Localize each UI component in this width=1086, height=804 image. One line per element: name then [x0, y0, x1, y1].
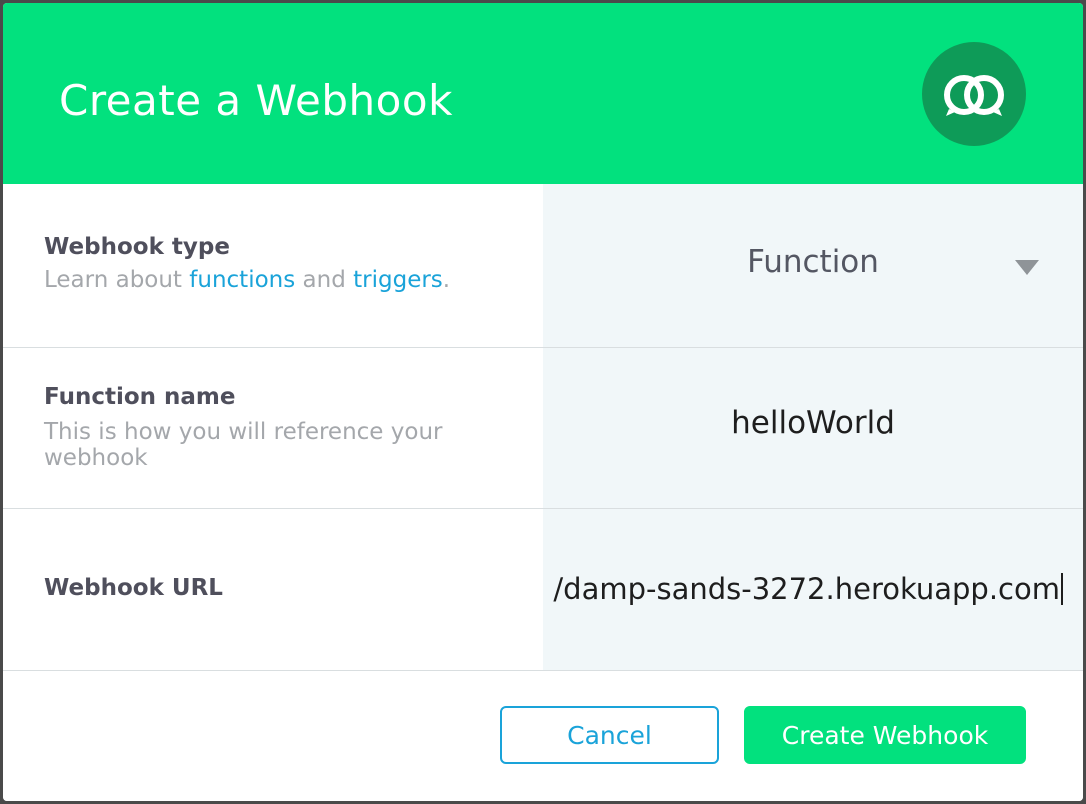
webhook-logo-icon — [922, 42, 1026, 146]
function-name-field[interactable]: helloWorld — [543, 348, 1083, 508]
cancel-button[interactable]: Cancel — [500, 706, 719, 764]
dialog-header: Create a Webhook — [3, 3, 1083, 184]
webhook-type-selected-value: Function — [747, 244, 879, 280]
triggers-link[interactable]: triggers — [353, 267, 443, 293]
function-name-row: Function name This is how you will refer… — [3, 348, 1083, 509]
caret-down-icon — [1015, 260, 1039, 275]
webhook-url-row: Webhook URL /damp-sands-3272.herokuapp.c… — [3, 509, 1083, 671]
create-webhook-dialog: Create a Webhook Webhook type Learn abou… — [3, 3, 1083, 801]
webhook-type-label: Webhook type — [44, 234, 230, 260]
dialog-footer: Cancel Create Webhook — [3, 671, 1083, 801]
functions-link[interactable]: functions — [189, 267, 295, 293]
function-name-label: Function name — [44, 384, 236, 410]
webhook-type-description: Learn about functions and triggers. — [44, 267, 451, 293]
webhook-url-input-value: /damp-sands-3272.herokuapp.com — [553, 572, 1063, 606]
create-webhook-button[interactable]: Create Webhook — [744, 706, 1026, 764]
webhook-type-select[interactable]: Function — [543, 184, 1083, 347]
text-cursor — [1061, 573, 1063, 605]
function-name-input-value: helloWorld — [731, 405, 895, 441]
webhook-type-row: Webhook type Learn about functions and t… — [3, 184, 1083, 348]
webhook-url-label: Webhook URL — [44, 575, 223, 601]
function-name-description: This is how you will reference your webh… — [44, 419, 443, 471]
webhook-url-field[interactable]: /damp-sands-3272.herokuapp.com — [543, 509, 1083, 670]
dialog-title: Create a Webhook — [59, 76, 453, 125]
